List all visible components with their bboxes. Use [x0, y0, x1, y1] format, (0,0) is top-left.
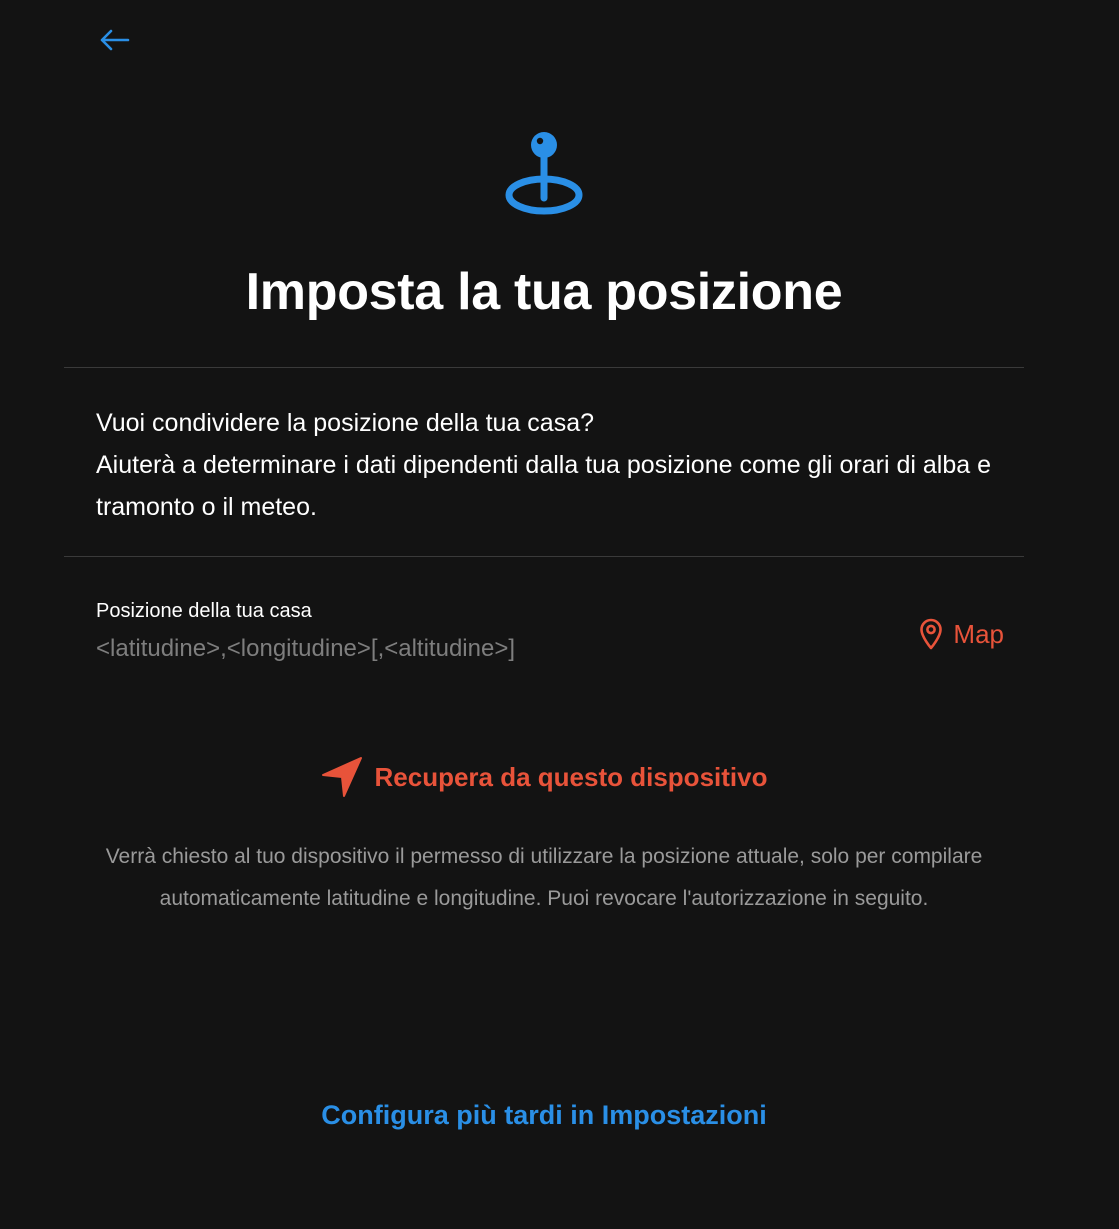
back-button[interactable] [92, 20, 136, 60]
description: Vuoi condividere la posizione della tua … [96, 402, 996, 528]
fetch-from-device-button[interactable]: Recupera da questo dispositivo [0, 756, 1088, 798]
divider [64, 556, 1024, 557]
fetch-button-label: Recupera da questo dispositivo [374, 761, 768, 792]
navigation-arrow-icon [321, 757, 362, 797]
divider [64, 367, 1024, 368]
location-setup-page: Imposta la tua posizione Vuoi condivider… [0, 0, 1119, 1229]
configure-later-link[interactable]: Configura più tardi in Impostazioni [0, 1100, 1088, 1131]
arrow-left-icon [100, 29, 130, 51]
description-question: Vuoi condividere la posizione della tua … [96, 409, 595, 437]
home-location-field: Posizione della tua casa Map [96, 596, 1024, 676]
description-explanation: Aiuterà a determinare i dati dipendenti … [96, 451, 991, 521]
map-pin-icon [920, 618, 943, 650]
location-pin-target-icon [505, 132, 583, 215]
permission-hint: Verrà chiesto al tuo dispositivo il perm… [105, 845, 983, 910]
map-button[interactable]: Map [919, 618, 1004, 650]
home-location-label: Posizione della tua casa [96, 600, 312, 622]
map-button-label: Map [953, 618, 1004, 649]
page-title: Imposta la tua posizione [245, 263, 843, 321]
home-location-input[interactable] [96, 632, 856, 666]
